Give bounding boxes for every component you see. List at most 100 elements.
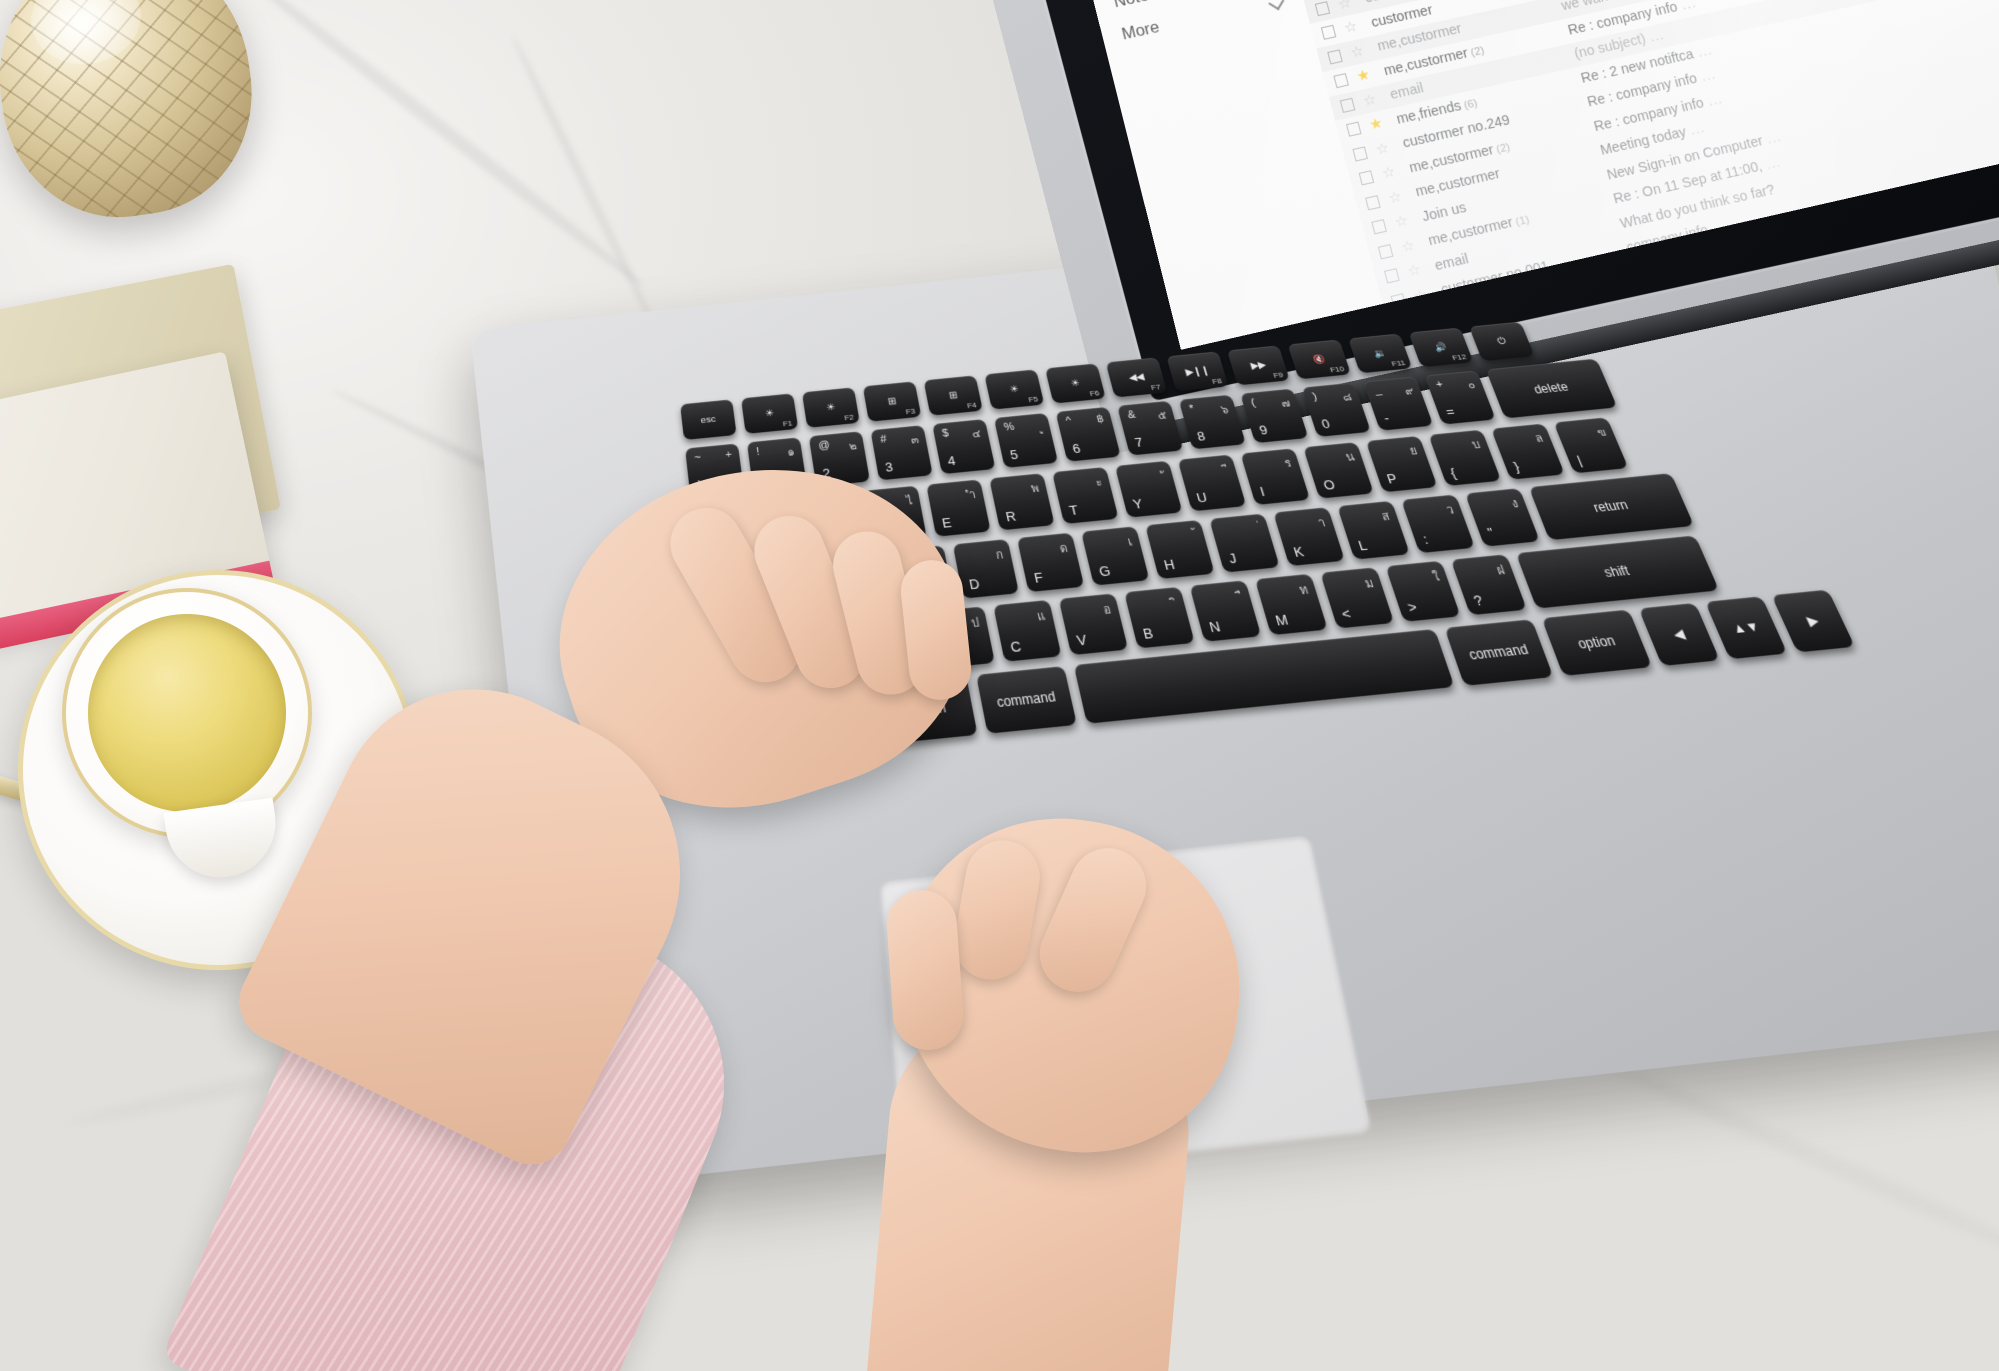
key-s-V[interactable]: อV xyxy=(1058,593,1129,656)
key-num-5[interactable]: ู 5% xyxy=(993,412,1059,468)
key-fn-label: F12 xyxy=(1450,352,1468,363)
key-thai-legend: ล xyxy=(1533,432,1546,446)
row-checkbox[interactable] xyxy=(1320,25,1337,41)
key-h-"[interactable]: ง " xyxy=(1464,488,1540,547)
key-latin-legend: 5 xyxy=(1008,447,1020,463)
star-outline-icon[interactable]: ☆ xyxy=(1335,0,1354,13)
key-command-3[interactable]: command xyxy=(976,666,1077,734)
row-checkbox[interactable] xyxy=(1346,121,1362,137)
gold-pineapple-ornament xyxy=(0,0,268,233)
row-checkbox[interactable] xyxy=(1333,73,1349,89)
key-fn-11[interactable]: 🔉 F11 xyxy=(1348,333,1413,374)
key-num-7[interactable]: ๕ 7 & xyxy=(1117,400,1184,456)
key-thai-legend: า xyxy=(1316,517,1328,530)
row-checkbox[interactable] xyxy=(1352,146,1368,162)
key-q-Y[interactable]: ั Y xyxy=(1114,460,1183,518)
key-num-4[interactable]: ๔ 4 $ xyxy=(932,418,996,475)
star-filled-icon[interactable]: ★ xyxy=(1354,67,1373,86)
key-h-G[interactable]: เG xyxy=(1081,526,1150,586)
key-latin-legend: = xyxy=(1443,403,1457,419)
key-q-P[interactable]: ยP xyxy=(1365,435,1438,493)
star-outline-icon[interactable]: ☆ xyxy=(1373,139,1392,158)
key-q-R[interactable]: พR xyxy=(989,473,1055,531)
star-outline-icon[interactable]: ☆ xyxy=(1379,164,1398,183)
row-checkbox[interactable] xyxy=(1371,219,1387,235)
key-command-5[interactable]: command xyxy=(1444,619,1554,686)
key-fn-10[interactable]: 🔇 F10 xyxy=(1287,339,1352,380)
key-return[interactable]: return xyxy=(1528,473,1695,541)
key-shift-right[interactable]: shift xyxy=(1515,535,1720,609)
star-outline-icon[interactable]: ☆ xyxy=(1341,18,1360,37)
key-h-:[interactable]: ว: xyxy=(1401,494,1475,554)
key-q-E[interactable]: ำE xyxy=(926,479,991,537)
key-h-F[interactable]: ดF xyxy=(1016,532,1085,593)
key-s-B[interactable]: ิ B xyxy=(1124,586,1195,649)
key-num-8[interactable]: ๖ 8 * xyxy=(1178,394,1246,450)
key-thai-legend: ท xyxy=(1298,584,1310,598)
key-latin-legend: O xyxy=(1321,476,1337,493)
chevron-down-icon[interactable] xyxy=(1267,0,1286,11)
star-outline-icon[interactable]: ☆ xyxy=(1392,212,1411,231)
key-q-|[interactable]: ฃ | xyxy=(1553,417,1629,474)
key-option-6[interactable]: option xyxy=(1541,609,1653,676)
key-q-{[interactable]: บ{ xyxy=(1428,429,1502,486)
row-checkbox[interactable] xyxy=(1377,243,1394,260)
row-checkbox[interactable] xyxy=(1358,170,1375,186)
key-h-H[interactable]: ้ H xyxy=(1145,519,1215,580)
key-num-9[interactable]: ๗ 9 ( xyxy=(1240,388,1309,444)
star-outline-icon[interactable]: ☆ xyxy=(1360,91,1379,110)
star-outline-icon[interactable]: ☆ xyxy=(1405,261,1424,280)
key-num-12[interactable]: ๐ = + xyxy=(1424,370,1496,425)
key-arrow-updown[interactable]: ▲▼ xyxy=(1704,596,1788,660)
key-s-N[interactable]: ื N xyxy=(1189,580,1262,642)
key-fn-0[interactable]: esc xyxy=(680,399,737,441)
key-s-M[interactable]: ทM xyxy=(1254,573,1328,636)
key-fn-1[interactable]: ☀ F1 xyxy=(740,393,799,434)
key-q-T[interactable]: ะT xyxy=(1052,466,1119,525)
key-q-O[interactable]: นO xyxy=(1303,442,1374,499)
key-arrow-9[interactable]: ▶ xyxy=(1771,589,1855,653)
key-s-C[interactable]: แC xyxy=(993,599,1062,662)
key-num-10[interactable]: ๘ 0) xyxy=(1301,382,1371,437)
key-fn-7[interactable]: ◀◀ F7 xyxy=(1105,357,1168,398)
key-latin-legend: V xyxy=(1075,631,1089,649)
key-num-11[interactable]: ๙- _ xyxy=(1363,376,1434,431)
key-thai-legend: ๒ xyxy=(848,440,858,453)
key-fn-8[interactable]: ▶❙❙ F8 xyxy=(1166,351,1229,392)
key-fn-9[interactable]: ▶▶ F9 xyxy=(1226,345,1290,386)
key-q-I[interactable]: รI xyxy=(1240,448,1311,505)
key-q-U[interactable]: ี U xyxy=(1177,454,1247,512)
key-thai-legend: ร xyxy=(1283,457,1294,471)
key-thai-legend: ๑ xyxy=(786,446,796,459)
key-fn-2[interactable]: ☀ F2 xyxy=(801,387,860,428)
star-outline-icon[interactable]: ☆ xyxy=(1348,42,1367,61)
key-s->[interactable]: ใ > xyxy=(1385,560,1461,622)
row-checkbox[interactable] xyxy=(1339,97,1356,113)
key-num-6[interactable]: ฿ 6 ^ xyxy=(1055,406,1121,462)
key-h-J[interactable]: ่ J xyxy=(1209,513,1280,573)
star-outline-icon[interactable]: ☆ xyxy=(1386,188,1405,207)
key-fn-6[interactable]: ☀ F6 xyxy=(1044,363,1106,404)
key-q-}[interactable]: ล} xyxy=(1490,423,1565,480)
row-checkbox[interactable] xyxy=(1314,0,1331,16)
key-fn-12[interactable]: 🔊 F12 xyxy=(1408,327,1474,368)
key-h-L[interactable]: สL xyxy=(1337,500,1410,560)
key-delete[interactable]: delete xyxy=(1485,358,1618,419)
star-filled-icon[interactable]: ★ xyxy=(1367,115,1386,134)
key-arrow-7[interactable]: ◀ xyxy=(1638,602,1720,667)
key-h-K[interactable]: าK xyxy=(1273,507,1345,567)
row-checkbox[interactable] xyxy=(1365,194,1381,211)
key-fn-13[interactable]: ⏻ xyxy=(1468,321,1535,362)
key-fn-4[interactable]: ⊞ F4 xyxy=(923,375,983,416)
key-latin-legend: 4 xyxy=(946,453,957,469)
key-num-3[interactable]: ๓ 3 # xyxy=(870,425,933,481)
row-checkbox[interactable] xyxy=(1384,268,1400,284)
key-s-<[interactable]: ม < xyxy=(1320,567,1395,629)
key-s-?[interactable]: ฝ? xyxy=(1450,554,1527,616)
key-thai-legend: ู xyxy=(1041,422,1044,434)
key-fn-5[interactable]: ☀ F5 xyxy=(984,369,1045,410)
star-outline-icon[interactable]: ☆ xyxy=(1398,237,1417,256)
row-checkbox[interactable] xyxy=(1327,49,1343,65)
key-fn-3[interactable]: ⊞ F3 xyxy=(862,381,922,422)
key-latin-legend: L xyxy=(1356,537,1370,554)
